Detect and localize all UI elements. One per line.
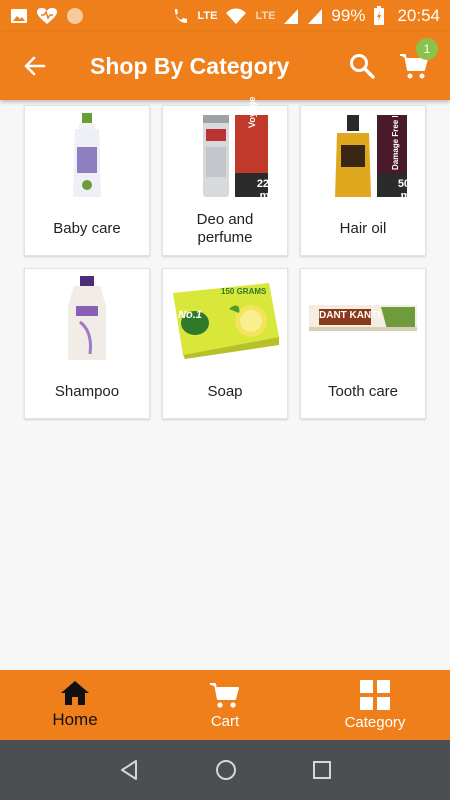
search-icon — [350, 54, 375, 79]
category-card-baby-care[interactable]: Baby care — [24, 105, 150, 256]
nav-cart-label: Cart — [210, 712, 240, 730]
cart-button[interactable]: 1 — [388, 32, 440, 100]
soap-banner-text: 150 GRAMS — [221, 287, 267, 296]
bottom-nav: Home Cart Category — [0, 670, 450, 740]
image-icon — [11, 9, 27, 23]
system-recents-icon[interactable] — [312, 760, 332, 780]
wifi-icon — [226, 8, 247, 24]
category-card-deo-and-perfume[interactable]: Voyage 220 ml Deo and perfume — [162, 97, 288, 256]
heart-icon — [37, 8, 57, 24]
soap-pack-image: No.1 150 GRAMS — [163, 273, 287, 365]
battery-icon — [374, 6, 385, 25]
hair-oil-image: Damage Free Hair O 500 ml — [301, 110, 425, 202]
shampoo-image — [25, 273, 149, 365]
nav-cart[interactable]: Cart — [150, 670, 300, 740]
home-icon — [61, 681, 89, 705]
page-title: Shop By Category — [90, 52, 290, 79]
signal-icon-2 — [308, 9, 323, 24]
category-label: Deo and perfume — [196, 210, 254, 246]
cart-icon — [210, 682, 239, 708]
toothpaste-image: DANT KANTI — [301, 273, 425, 365]
baby-lotion-image — [25, 110, 149, 202]
soap-badge-text: No.1 — [178, 309, 202, 321]
clock: 20:54 — [397, 6, 440, 25]
deo-size-text: 220 ml — [256, 178, 276, 202]
back-button[interactable] — [0, 32, 70, 100]
lte-label: LTE — [197, 10, 218, 22]
category-label: Hair oil — [339, 219, 387, 237]
deo-can-image: Voyage 220 ml — [163, 97, 287, 202]
call-lte-icon — [175, 9, 188, 23]
nav-category-label: Category — [344, 713, 406, 731]
category-label: Soap — [207, 382, 243, 400]
category-label: Tooth care — [327, 382, 399, 400]
status-bar: LTE LTE 99% 20:54 — [0, 0, 450, 32]
battery-percent: 99% — [331, 6, 366, 25]
toothpaste-brand-text: DANT KANTI — [319, 310, 381, 321]
category-card-tooth-care[interactable]: DANT KANTI Tooth care — [300, 268, 426, 419]
lte-label-2: LTE — [255, 10, 276, 22]
nav-home-label: Home — [52, 710, 98, 729]
back-arrow-icon — [24, 56, 46, 76]
system-nav-bar — [0, 740, 450, 800]
circle-icon — [67, 8, 83, 24]
category-card-shampoo[interactable]: Shampoo — [24, 268, 150, 419]
nav-category[interactable]: Category — [300, 670, 450, 740]
app-bar: Shop By Category 1 — [0, 32, 450, 100]
category-card-hair-oil[interactable]: Damage Free Hair O 500 ml Hair oil — [300, 105, 426, 256]
hair-oil-banner-text: Damage Free Hair O — [391, 116, 400, 170]
system-back-icon[interactable] — [118, 759, 140, 781]
status-right-icons: LTE LTE 99% 20:54 — [173, 6, 440, 26]
category-card-soap[interactable]: No.1 150 GRAMS Soap — [162, 268, 288, 419]
cart-count-badge: 1 — [416, 38, 438, 60]
category-label: Shampoo — [54, 382, 120, 400]
status-left-icons — [10, 7, 84, 25]
category-grid: Baby care Voyage 220 ml Deo and perfume — [24, 97, 426, 419]
system-home-icon[interactable] — [215, 759, 237, 781]
category-label: Baby care — [53, 219, 121, 237]
deo-banner-text: Voyage — [247, 96, 257, 128]
hair-oil-size-text: 500 ml — [397, 178, 417, 202]
search-button[interactable] — [336, 32, 388, 100]
nav-home[interactable]: Home — [0, 670, 150, 740]
signal-icon — [284, 9, 299, 24]
grid-icon — [360, 679, 390, 710]
